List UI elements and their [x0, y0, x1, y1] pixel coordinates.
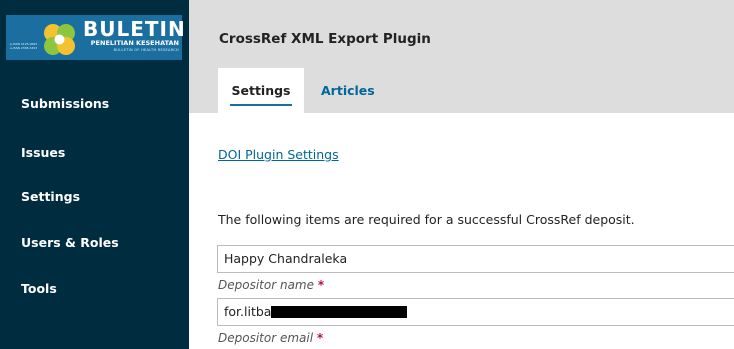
sidebar-item-tools[interactable]: Tools — [21, 281, 57, 296]
depositor-name-label: Depositor name * — [218, 278, 325, 292]
sidebar-item-submissions[interactable]: Submissions — [21, 96, 109, 111]
sidebar: p-ISSN 0125-9695 e-ISSN 2338-3453 BULETI… — [0, 0, 189, 349]
settings-panel: DOI Plugin Settings The following items … — [189, 113, 734, 349]
depositor-email-input[interactable]: for.litba — [217, 298, 734, 326]
journal-logo[interactable]: p-ISSN 0125-9695 e-ISSN 2338-3453 BULETI… — [6, 15, 186, 60]
logo-emblem-icon — [44, 24, 75, 55]
sidebar-item-settings[interactable]: Settings — [21, 189, 80, 204]
depositor-email-value: for.litba — [224, 304, 272, 319]
redaction-bar — [271, 305, 408, 318]
tab-articles[interactable]: Articles — [321, 68, 375, 113]
required-items-intro: The following items are required for a s… — [218, 212, 635, 227]
sidebar-item-issues[interactable]: Issues — [21, 145, 65, 160]
logo-title: BULETIN — [83, 17, 186, 41]
doi-plugin-settings-link[interactable]: DOI Plugin Settings — [218, 147, 339, 162]
required-asterisk: * — [317, 278, 325, 292]
tab-settings[interactable]: Settings — [218, 68, 304, 113]
depositor-name-value: Happy Chandraleka — [224, 251, 348, 266]
sidebar-item-users-roles[interactable]: Users & Roles — [21, 235, 119, 250]
page-title: CrossRef XML Export Plugin — [219, 31, 431, 47]
depositor-email-label: Depositor email * — [218, 331, 324, 345]
logo-subtitle: PENELITIAN KESEHATAN — [90, 39, 179, 47]
depositor-name-input[interactable]: Happy Chandraleka — [217, 245, 734, 273]
page-header: CrossRef XML Export Plugin Settings Arti… — [189, 0, 734, 113]
logo-tagline: BULLETIN OF HEALTH RESEARCH — [113, 48, 179, 52]
required-asterisk: * — [316, 331, 324, 345]
